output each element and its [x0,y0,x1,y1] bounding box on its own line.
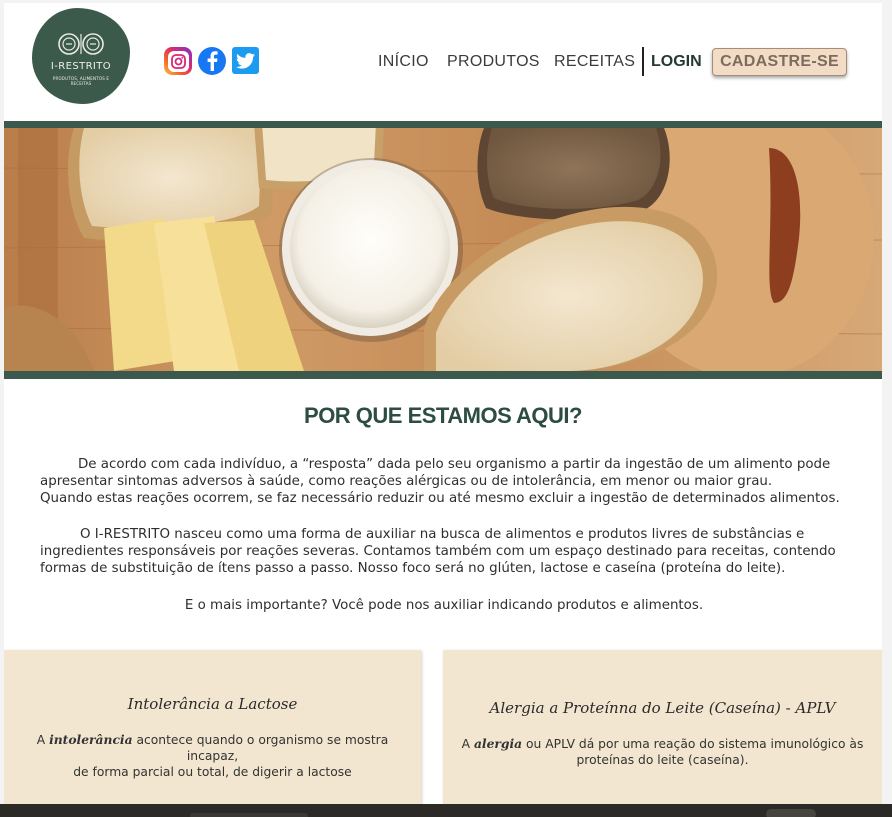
card-milk-protein-allergy[interactable]: Alergia a Proteínna do Leite (Caseína) -… [443,650,882,817]
twitter-icon[interactable] [232,47,259,74]
login-link[interactable]: LOGIN [651,53,702,71]
text-span: A [461,737,474,751]
text-line: de forma parcial ou total, de digerir a … [73,765,352,779]
text-span: O I-RESTRITO nasceu como uma forma de au… [80,527,805,542]
text-line: De acordo com cada indivíduo, a “respost… [40,456,848,473]
section-title: POR QUE ESTAMOS AQUI? [304,403,582,428]
facebook-icon[interactable] [198,47,226,75]
nav-receitas[interactable]: RECEITAS [554,53,635,71]
nav-inicio[interactable]: INÍCIO [378,53,429,71]
card-text: A alergia ou APLV dá por uma reação do s… [453,736,872,768]
page: I-RESTRITO PRODUTOS, ALIMENTOS E RECEITA… [4,3,882,817]
card-text: A intolerância acontece quando o organis… [14,732,411,780]
text-line: proteínas do leite (caseína). [576,753,749,767]
text-line: apresentar sintomas adversos à saúde, co… [40,474,773,489]
text-span: A [36,733,50,747]
nav-produtos[interactable]: PRODUTOS [447,53,540,71]
about-paragraph-1: De acordo com cada indivíduo, a “respost… [40,456,848,507]
text-span: De acordo com cada indivíduo, a “respost… [78,457,831,472]
hero-banner [4,121,882,379]
card-title: Alergia a Proteínna do Leite (Caseína) -… [489,699,836,717]
text-line: ingredientes responsáveis por reações se… [40,544,836,559]
brand-name: I-RESTRITO [50,61,112,72]
footer-element [766,809,816,817]
about-paragraph-3: E o mais importante? Você pode nos auxil… [184,598,704,613]
nav-divider [642,47,644,76]
text-line: O I-RESTRITO nasceu como uma forma de au… [40,526,848,543]
text-span: ou APLV dá por uma reação do sistema imu… [522,737,864,751]
card-title: Intolerância a Lactose [127,695,298,713]
instagram-icon[interactable] [164,47,192,75]
brand-tagline: PRODUTOS, ALIMENTOS E RECEITAS [52,76,110,86]
card-keyword: intolerância [49,732,133,747]
card-lactose-intolerance[interactable]: Intolerância a Lactose A intolerância ac… [4,650,421,817]
footer-element [190,813,308,817]
text-line: Quando estas reações ocorrem, se faz nec… [40,491,840,506]
footer-bar [0,804,892,817]
about-paragraph-2: O I-RESTRITO nasceu como uma forma de au… [40,526,848,577]
text-span: acontece quando o organismo se mostra in… [132,733,389,763]
brand-emblem-icon [58,33,104,55]
text-line: formas de substituição de ítens passo a … [40,561,786,576]
hero-image [4,128,882,371]
brand-logo[interactable]: I-RESTRITO PRODUTOS, ALIMENTOS E RECEITA… [32,8,130,104]
signup-button[interactable]: CADASTRE-SE [712,48,847,76]
card-keyword: alergia [473,736,523,751]
